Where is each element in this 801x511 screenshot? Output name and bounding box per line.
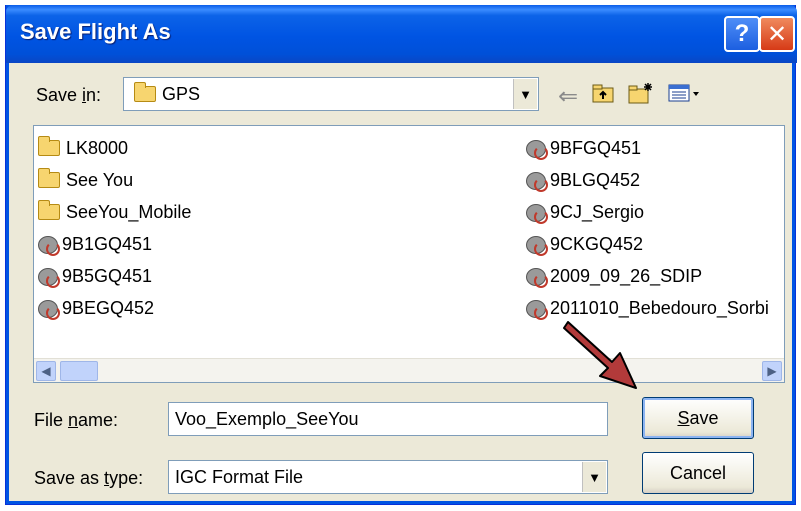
annotation-arrow-icon [563,321,637,389]
igc-file-icon [36,265,60,288]
chevron-down-icon: ▼ [588,469,601,485]
help-icon: ? [734,20,750,47]
scrollbar-thumb[interactable] [60,361,98,381]
chevron-left-icon: ◀ [41,364,51,378]
file-list[interactable]: LK8000 See You SeeYou_Mobile 9B1GQ451 9B… [33,125,785,383]
folder-icon [38,136,60,156]
chevron-down-icon: ▼ [519,86,532,102]
list-item[interactable]: 9B1GQ451 [36,230,152,258]
list-item[interactable]: See You [38,166,133,194]
list-item[interactable]: 9CKGQ452 [524,230,643,258]
file-name-label: File name: [34,410,119,430]
toolbar: ⇐ [558,80,700,112]
save-flight-dialog: Save Flight As ? ✕ Save in: GPS ▼ ⇐ LK80… [5,5,797,505]
chevron-right-icon: ▶ [767,364,777,378]
save-in-dropdown-button[interactable]: ▼ [513,79,537,109]
folder-icon [134,82,156,102]
list-item[interactable]: SeeYou_Mobile [38,198,191,226]
save-button[interactable]: Save [642,397,754,439]
igc-file-icon [36,297,60,320]
save-in-label: Save in: [36,85,102,105]
new-folder-icon[interactable] [628,82,654,110]
horizontal-scrollbar[interactable]: ◀ ▶ [34,358,784,382]
list-item[interactable]: LK8000 [38,134,128,162]
igc-file-icon [36,233,60,256]
file-name-input[interactable]: Voo_Exemplo_SeeYou [168,402,608,436]
save-as-type-label: Save as type: [34,468,144,488]
save-as-type-select[interactable]: IGC Format File ▼ [168,460,608,494]
scroll-right-button[interactable]: ▶ [762,361,782,381]
list-item[interactable]: 9CJ_Sergio [524,198,644,226]
igc-file-icon [524,137,548,160]
dialog-title: Save Flight As [20,19,171,44]
list-item[interactable]: 9BLGQ452 [524,166,640,194]
igc-file-icon [524,297,548,320]
save-in-value: GPS [162,83,201,104]
save-as-type-dropdown-button[interactable]: ▼ [582,462,606,492]
igc-file-icon [524,233,548,256]
igc-file-icon [524,201,548,224]
close-button[interactable]: ✕ [759,16,795,52]
back-arrow-icon[interactable]: ⇐ [558,82,578,111]
igc-file-icon [524,169,548,192]
help-button[interactable]: ? [724,16,760,52]
title-bar[interactable]: Save Flight As ? ✕ [6,5,797,63]
list-item[interactable]: 9B5GQ451 [36,262,152,290]
close-icon: ✕ [766,20,788,48]
list-item[interactable]: 9BEGQ452 [36,294,154,322]
save-in-combo[interactable]: GPS ▼ [123,77,539,111]
folder-icon [38,168,60,188]
folder-icon [38,200,60,220]
save-as-type-value: IGC Format File [175,466,304,487]
cancel-button[interactable]: Cancel [642,452,754,494]
list-item[interactable]: 9BFGQ451 [524,134,641,162]
scroll-left-button[interactable]: ◀ [36,361,56,381]
up-folder-icon[interactable] [592,83,614,109]
igc-file-icon [524,265,548,288]
views-menu-icon[interactable] [668,83,700,109]
list-item[interactable]: 2009_09_26_SDIP [524,262,702,290]
